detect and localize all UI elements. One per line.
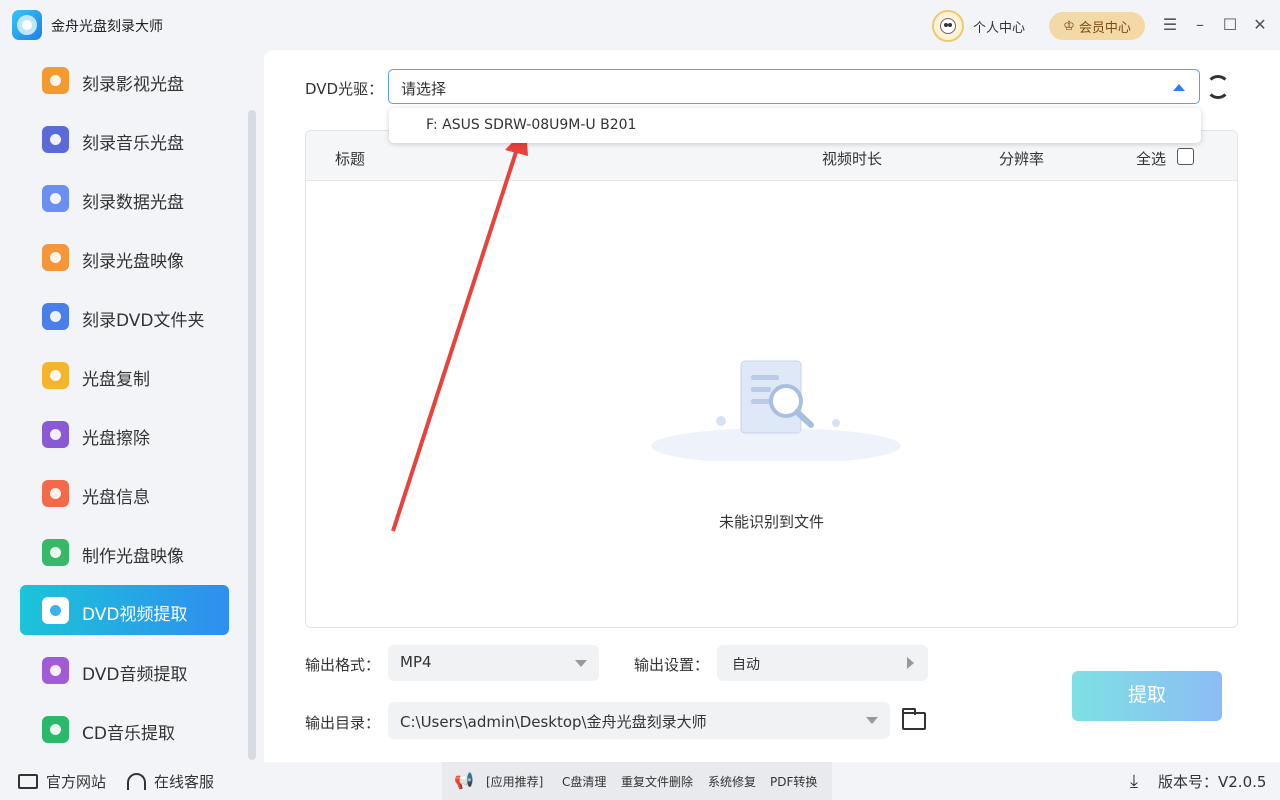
empty-state-text: 未能识别到文件 — [718, 513, 824, 531]
output-dir-select[interactable]: C:\Users\admin\Desktop\金舟光盘刻录大师 — [388, 702, 890, 739]
disc-erase-icon — [42, 421, 69, 448]
online-support-link[interactable]: 在线客服 — [127, 771, 214, 792]
sidebar-item-burn-data[interactable]: 刻录数据光盘 — [20, 173, 229, 223]
output-settings-value: 自动 — [732, 657, 760, 673]
recommend-tag: [应用推荐] — [486, 775, 544, 789]
music-disc-icon — [42, 126, 69, 153]
close-icon[interactable]: ✕ — [1249, 13, 1271, 37]
maximize-icon[interactable]: ☐ — [1219, 13, 1241, 37]
sidebar-item-disc-info[interactable]: 光盘信息 — [20, 468, 229, 518]
monitor-icon — [18, 774, 38, 789]
dvd-drive-label: DVD光驱： — [305, 80, 384, 98]
sidebar-item-label: DVD音频提取 — [82, 665, 188, 685]
vip-center-button[interactable]: ♔ 会员中心 — [1049, 12, 1145, 40]
sidebar-item-label: DVD视频提取 — [82, 605, 188, 625]
caret-down-icon — [575, 660, 587, 667]
sidebar-item-cd-music-extract[interactable]: CD音乐提取 — [20, 704, 229, 754]
sidebar-scrollbar[interactable] — [248, 110, 256, 760]
sidebar-item-make-image[interactable]: 制作光盘映像 — [20, 527, 229, 577]
sidebar-item-burn-dvd-folder[interactable]: 刻录DVD文件夹 — [20, 291, 229, 341]
dvd-drive-select[interactable]: 请选择 — [388, 69, 1200, 104]
app-recommend-bar: 📢 [应用推荐] C盘清理 重复文件删除 系统修复 PDF转换 — [442, 762, 832, 800]
sidebar-item-burn-image[interactable]: 刻录光盘映像 — [20, 232, 229, 282]
recommend-system-repair[interactable]: 系统修复 — [708, 773, 756, 790]
sidebar-item-label: 光盘复制 — [82, 370, 150, 390]
avatar[interactable] — [932, 10, 964, 42]
output-dir-value: C:\Users\admin\Desktop\金舟光盘刻录大师 — [400, 713, 707, 731]
data-disc-icon — [42, 185, 69, 212]
caret-up-icon — [1173, 84, 1185, 91]
sidebar-item-label: 光盘信息 — [82, 488, 150, 508]
panda-face-icon — [940, 18, 956, 34]
vip-center-label: 会员中心 — [1078, 20, 1131, 36]
column-title: 标题 — [335, 150, 366, 168]
version-label: 版本号：V2.0.5 — [1158, 773, 1267, 791]
crown-icon: ♔ — [1063, 18, 1075, 34]
disc-image-icon — [42, 244, 69, 271]
dvd-drive-option[interactable]: F: ASUS SDRW-08U9M-U B201 — [426, 117, 636, 133]
file-table: 标题 视频时长 分辨率 全选 未能识别到文件 — [305, 130, 1238, 628]
headset-icon — [127, 773, 146, 790]
dvd-folder-icon — [42, 303, 69, 330]
disc-copy-icon — [42, 362, 69, 389]
sidebar-item-burn-music[interactable]: 刻录音乐光盘 — [20, 114, 229, 164]
sidebar-item-disc-copy[interactable]: 光盘复制 — [20, 350, 229, 400]
make-image-icon — [42, 539, 69, 566]
output-settings-select[interactable]: 自动 — [717, 645, 928, 681]
video-disc-icon — [42, 67, 69, 94]
version-info: 版本号：V2.0.5 — [1130, 771, 1266, 792]
column-duration: 视频时长 — [822, 150, 883, 168]
select-all-label: 全选 — [1136, 150, 1167, 168]
sidebar-item-dvd-audio-extract[interactable]: DVD音频提取 — [20, 645, 229, 695]
dvd-audio-extract-icon — [42, 657, 69, 684]
caret-right-icon — [907, 657, 914, 669]
caret-down-icon — [866, 717, 878, 724]
empty-state-icon — [651, 360, 901, 461]
extract-button[interactable]: 提取 — [1072, 671, 1222, 721]
dvd-drive-dropdown: F: ASUS SDRW-08U9M-U B201 — [389, 108, 1201, 143]
app-logo — [12, 10, 42, 40]
sidebar-item-label: CD音乐提取 — [82, 724, 175, 744]
disc-info-icon — [42, 480, 69, 507]
folder-open-icon[interactable] — [902, 708, 926, 730]
sidebar-item-label: 刻录音乐光盘 — [82, 134, 184, 154]
official-website-label: 官方网站 — [46, 773, 107, 791]
sidebar-item-label: 刻录DVD文件夹 — [82, 311, 205, 331]
sidebar-item-burn-video[interactable]: 刻录影视光盘 — [20, 55, 229, 105]
select-all-checkbox[interactable] — [1177, 148, 1194, 165]
title-bar: 金舟光盘刻录大师 个人中心 ♔ 会员中心 ☰ – ☐ ✕ — [0, 0, 1280, 50]
recommend-c-drive-clean[interactable]: C盘清理 — [562, 773, 606, 790]
output-dir-label: 输出目录： — [305, 714, 381, 732]
sidebar-item-label: 刻录影视光盘 — [82, 75, 184, 95]
recommend-duplicate-files[interactable]: 重复文件删除 — [621, 773, 693, 790]
sidebar-item-label: 制作光盘映像 — [82, 547, 184, 567]
sidebar-item-dvd-video-extract[interactable]: DVD视频提取 — [20, 585, 229, 635]
output-format-value: MP4 — [400, 653, 432, 671]
sidebar: 刻录影视光盘 刻录音乐光盘 刻录数据光盘 刻录光盘映像 刻录DVD文件夹 光盘复… — [0, 50, 262, 762]
online-support-label: 在线客服 — [154, 773, 215, 791]
recommend-pdf-convert[interactable]: PDF转换 — [770, 773, 817, 790]
minimize-icon[interactable]: – — [1189, 13, 1211, 37]
column-resolution: 分辨率 — [999, 150, 1045, 168]
cd-music-extract-icon — [42, 716, 69, 743]
refresh-icon[interactable] — [1206, 75, 1230, 99]
menu-icon[interactable]: ☰ — [1159, 13, 1181, 37]
profile-center-link[interactable]: 个人中心 — [973, 17, 1025, 36]
dvd-drive-placeholder: 请选择 — [401, 80, 447, 98]
sidebar-item-label: 光盘擦除 — [82, 429, 150, 449]
megaphone-icon: 📢 — [454, 771, 474, 790]
sidebar-item-label: 刻录光盘映像 — [82, 252, 184, 272]
output-format-select[interactable]: MP4 — [388, 645, 599, 681]
output-format-label: 输出格式： — [305, 656, 381, 674]
download-icon[interactable] — [1130, 773, 1148, 791]
sidebar-item-disc-erase[interactable]: 光盘擦除 — [20, 409, 229, 459]
official-website-link[interactable]: 官方网站 — [18, 771, 106, 792]
dvd-video-extract-icon — [42, 597, 69, 624]
sidebar-item-label: 刻录数据光盘 — [82, 193, 184, 213]
output-settings-label: 输出设置： — [634, 656, 710, 674]
app-title: 金舟光盘刻录大师 — [51, 19, 163, 35]
